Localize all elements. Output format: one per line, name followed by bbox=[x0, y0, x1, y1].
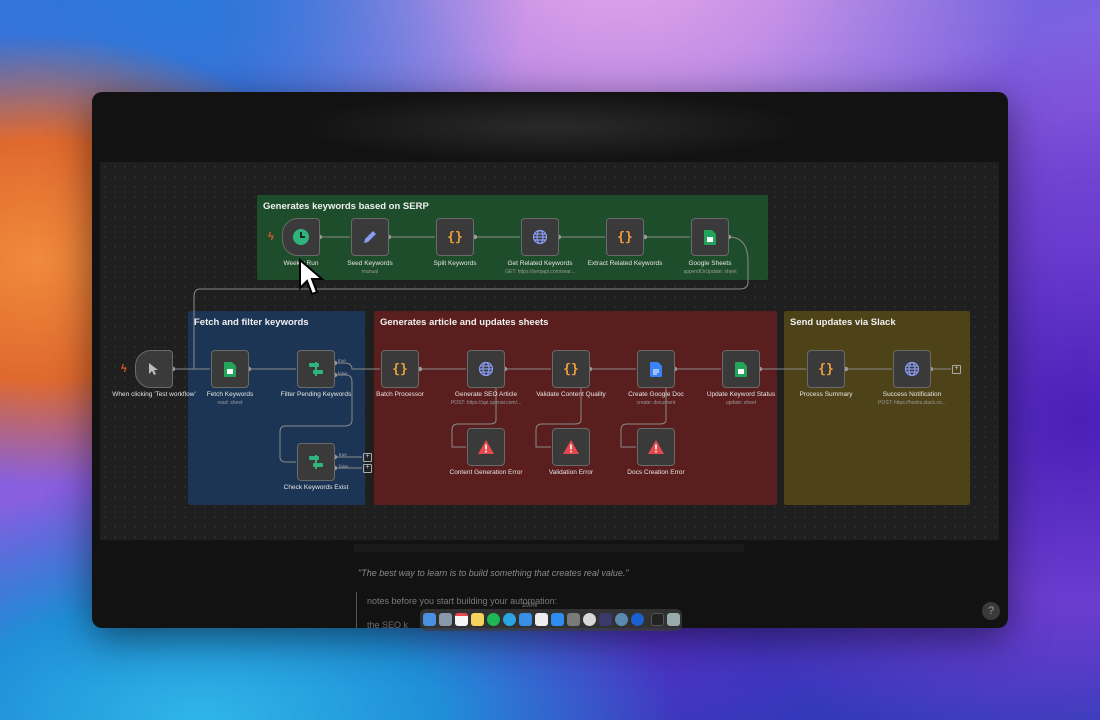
node-validate-quality[interactable]: {} bbox=[552, 350, 590, 388]
search-icon[interactable] bbox=[615, 613, 628, 626]
branch-label-false: false bbox=[339, 464, 349, 469]
spotify-icon[interactable] bbox=[487, 613, 500, 626]
node-split-keywords[interactable]: {} bbox=[436, 218, 474, 256]
pointer-icon bbox=[149, 363, 158, 375]
node-success-notification-sub: POST: https://hooks.slack.co... bbox=[878, 400, 946, 406]
help-button[interactable]: ? bbox=[982, 602, 1000, 620]
code-braces-icon: {} bbox=[447, 229, 463, 245]
branch-label-true: true bbox=[339, 452, 347, 457]
filter-icon bbox=[309, 455, 323, 469]
terminal-icon[interactable] bbox=[651, 613, 664, 626]
code-braces-icon: {} bbox=[392, 361, 408, 377]
telegram-icon[interactable] bbox=[503, 613, 516, 626]
mail-icon[interactable] bbox=[519, 613, 532, 626]
code-braces-icon: {} bbox=[818, 361, 834, 377]
node-manual-trigger[interactable] bbox=[135, 350, 173, 388]
node-seed-keywords-sub: manual bbox=[361, 269, 379, 275]
safari-icon[interactable] bbox=[551, 613, 564, 626]
node-generate-seo[interactable] bbox=[467, 350, 505, 388]
branch-label-false: false bbox=[338, 371, 348, 376]
sheets-icon bbox=[704, 229, 716, 245]
trigger-bolt-icon: ϟ bbox=[268, 231, 274, 243]
node-create-doc[interactable] bbox=[637, 350, 675, 388]
node-docs-error[interactable] bbox=[637, 428, 675, 466]
globe-icon bbox=[904, 361, 920, 377]
node-fetch-keywords[interactable] bbox=[211, 350, 249, 388]
node-check-exist[interactable] bbox=[297, 443, 335, 481]
app-window: Generates keywords based on SERP Fetch a… bbox=[92, 92, 1008, 628]
node-check-exist-label: Check Keywords Exist bbox=[283, 484, 349, 491]
globe-icon bbox=[478, 361, 494, 377]
node-weekly-run[interactable] bbox=[282, 218, 320, 256]
code-braces-icon: {} bbox=[617, 229, 633, 245]
node-google-sheets-sub: appendOrUpdate: sheet bbox=[683, 269, 737, 275]
node-google-sheets-label: Google Sheets bbox=[688, 260, 732, 267]
node-get-related[interactable] bbox=[521, 218, 559, 256]
dock bbox=[420, 609, 682, 631]
sheets-icon bbox=[735, 361, 747, 377]
node-success-notification-label: Success Notification bbox=[882, 391, 942, 398]
node-docs-error-label: Docs Creation Error bbox=[627, 469, 685, 476]
node-validation-error[interactable] bbox=[552, 428, 590, 466]
warning-icon bbox=[563, 440, 579, 454]
clock-icon bbox=[293, 229, 309, 245]
filter-icon bbox=[309, 362, 323, 376]
node-google-sheets[interactable] bbox=[691, 218, 729, 256]
node-generate-seo-sub: POST: https://api.openai.com/... bbox=[450, 400, 522, 406]
branch-label-true: true bbox=[338, 358, 346, 363]
notion-icon[interactable] bbox=[535, 613, 548, 626]
finder-icon[interactable] bbox=[423, 613, 436, 626]
webcam-glow bbox=[292, 92, 812, 162]
editor-stripe bbox=[354, 544, 744, 552]
mouse-cursor-icon bbox=[299, 258, 325, 296]
tools-icon[interactable] bbox=[567, 613, 580, 626]
node-seed-keywords[interactable] bbox=[351, 218, 389, 256]
calendar-icon[interactable] bbox=[455, 613, 468, 626]
node-success-notification[interactable] bbox=[893, 350, 931, 388]
node-update-status[interactable] bbox=[722, 350, 760, 388]
node-process-summary[interactable]: {} bbox=[807, 350, 845, 388]
add-node-plus-icon[interactable]: + bbox=[952, 365, 961, 374]
add-node-plus-icon[interactable]: + bbox=[363, 464, 372, 473]
trigger-bolt-icon: ϟ bbox=[121, 363, 127, 375]
node-batch-processor[interactable]: {} bbox=[381, 350, 419, 388]
node-extract-related[interactable]: {} bbox=[606, 218, 644, 256]
warning-icon bbox=[478, 440, 494, 454]
quote-text: "The best way to learn is to build somet… bbox=[358, 568, 629, 578]
node-filter-pending[interactable] bbox=[297, 350, 335, 388]
pencil-icon bbox=[364, 231, 376, 243]
launchpad-icon[interactable] bbox=[439, 613, 452, 626]
node-fetch-keywords-sub: read: sheet bbox=[217, 400, 243, 406]
node-content-error[interactable] bbox=[467, 428, 505, 466]
docs-icon bbox=[650, 361, 662, 377]
notes-text-2: the SEO k bbox=[367, 620, 409, 628]
add-node-plus-icon[interactable]: + bbox=[363, 453, 372, 462]
workflow-canvas[interactable]: Generates keywords based on SERP Fetch a… bbox=[100, 162, 999, 540]
warning-icon bbox=[648, 440, 664, 454]
vpn-icon[interactable] bbox=[599, 613, 612, 626]
chrome-icon[interactable] bbox=[583, 613, 596, 626]
sheets-icon bbox=[224, 361, 236, 377]
node-get-related-sub: GET: https://serpapi.com/sear... bbox=[505, 269, 575, 275]
trash-icon[interactable] bbox=[667, 613, 680, 626]
code-braces-icon: {} bbox=[563, 361, 579, 377]
quote-bar bbox=[356, 592, 357, 628]
onepassword-icon[interactable] bbox=[631, 613, 644, 626]
notes-icon[interactable] bbox=[471, 613, 484, 626]
node-update-status-sub: update: sheet bbox=[725, 400, 757, 406]
globe-icon bbox=[532, 229, 548, 245]
